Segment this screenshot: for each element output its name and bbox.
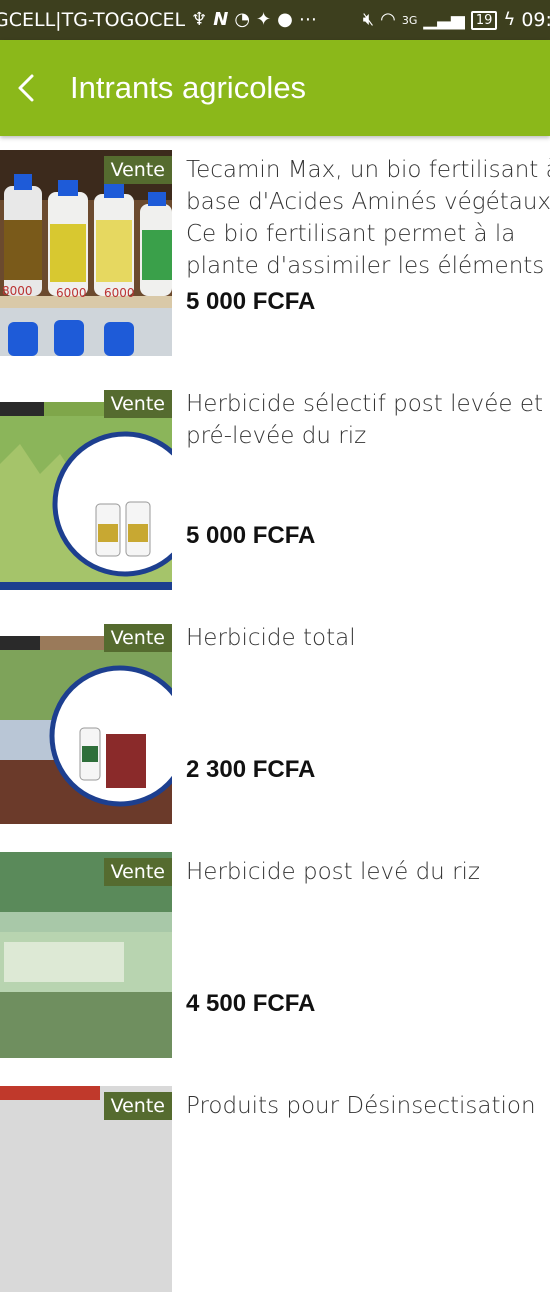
twitter-icon: ✦	[256, 9, 272, 30]
description-line: Herbicide sélectif post levée et	[186, 391, 544, 417]
product-item[interactable]: Vente Herbicide total 2 300 FCFA	[0, 604, 550, 838]
svg-text:6000: 6000	[104, 286, 135, 300]
back-button[interactable]	[10, 66, 42, 110]
product-description: Herbicide post levé du riz	[186, 856, 550, 888]
sale-badge: Vente	[103, 624, 172, 652]
battery-icon: 19	[470, 10, 498, 30]
product-description: Herbicide total	[186, 622, 550, 654]
sale-badge: Vente	[103, 858, 172, 886]
product-item[interactable]: Vente Produits pour Désinsectisation	[0, 1072, 550, 1306]
network-type-label: 3G	[401, 13, 418, 27]
usb-icon: ♆	[191, 9, 208, 30]
status-left: GCELL|TG-TOGOCEL ♆ N ◔ ✦ ● ⋯	[0, 9, 317, 31]
product-item[interactable]: Vente Herbicide post levé du riz 4 500 F…	[0, 838, 550, 1072]
svg-text:6000: 6000	[56, 286, 87, 300]
chevron-left-icon	[18, 74, 34, 102]
product-image: Vente	[0, 852, 172, 1058]
description-line: Herbicide post levé du riz	[186, 859, 480, 885]
charging-icon: ϟ	[503, 9, 516, 30]
chat-icon: ●	[277, 9, 293, 30]
description-line: pré-levée du riz	[186, 423, 367, 449]
product-item[interactable]: Vente Herbicide sélectif post levée et p…	[0, 370, 550, 604]
description-line: Ce bio fertilisant permet à la	[186, 221, 516, 247]
product-price: 2 300 FCFA	[186, 756, 316, 783]
product-image: Vente	[0, 384, 172, 590]
description-line: Tecamin Max, un bio fertilisant à	[186, 157, 550, 183]
product-image: Vente	[0, 1086, 172, 1292]
description-line: Herbicide total	[186, 625, 356, 651]
product-description: Herbicide sélectif post levée et pré-lev…	[186, 388, 550, 452]
product-price: 4 500 FCFA	[186, 990, 316, 1017]
more-notifications-icon: ⋯	[298, 9, 317, 30]
status-bar: GCELL|TG-TOGOCEL ♆ N ◔ ✦ ● ⋯ 🔇︎ ◠ 3G ▁▃▅…	[0, 0, 550, 40]
nfc-icon: N	[213, 9, 229, 30]
sale-badge: Vente	[103, 390, 172, 418]
wifi-icon: ◠	[380, 9, 396, 30]
mute-icon: 🔇︎	[362, 9, 375, 30]
product-image: 8000 6000 6000 Vente	[0, 150, 172, 356]
carrier-label: GCELL|TG-TOGOCEL	[0, 9, 186, 31]
description-line: plante d'assimiler les éléments	[186, 253, 545, 279]
app-bar: Intrants agricoles	[0, 40, 550, 136]
signal-icon: ▁▃▅	[423, 9, 465, 30]
product-description: Tecamin Max, un bio fertilisant à base d…	[186, 154, 550, 282]
battery-level: 19	[475, 12, 493, 28]
description-line: base d'Acides Aminés végétaux.	[186, 189, 550, 215]
product-description: Produits pour Désinsectisation	[186, 1090, 550, 1122]
whatsapp-icon: ◔	[234, 9, 251, 30]
status-right: 🔇︎ ◠ 3G ▁▃▅ 19 ϟ 09:0	[363, 9, 550, 31]
sale-badge: Vente	[103, 1092, 172, 1120]
product-price: 5 000 FCFA	[186, 522, 316, 549]
product-image: Vente	[0, 618, 172, 824]
page-title: Intrants agricoles	[70, 70, 307, 105]
clock: 09:0	[521, 9, 550, 31]
description-line: Produits pour Désinsectisation	[186, 1093, 536, 1119]
sale-badge: Vente	[103, 156, 172, 184]
svg-text:8000: 8000	[2, 284, 33, 298]
product-item[interactable]: 8000 6000 6000 Vente Tecamin Max, un bio…	[0, 136, 550, 370]
product-list: 8000 6000 6000 Vente Tecamin Max, un bio…	[0, 136, 550, 1306]
product-price: 5 000 FCFA	[186, 288, 316, 315]
